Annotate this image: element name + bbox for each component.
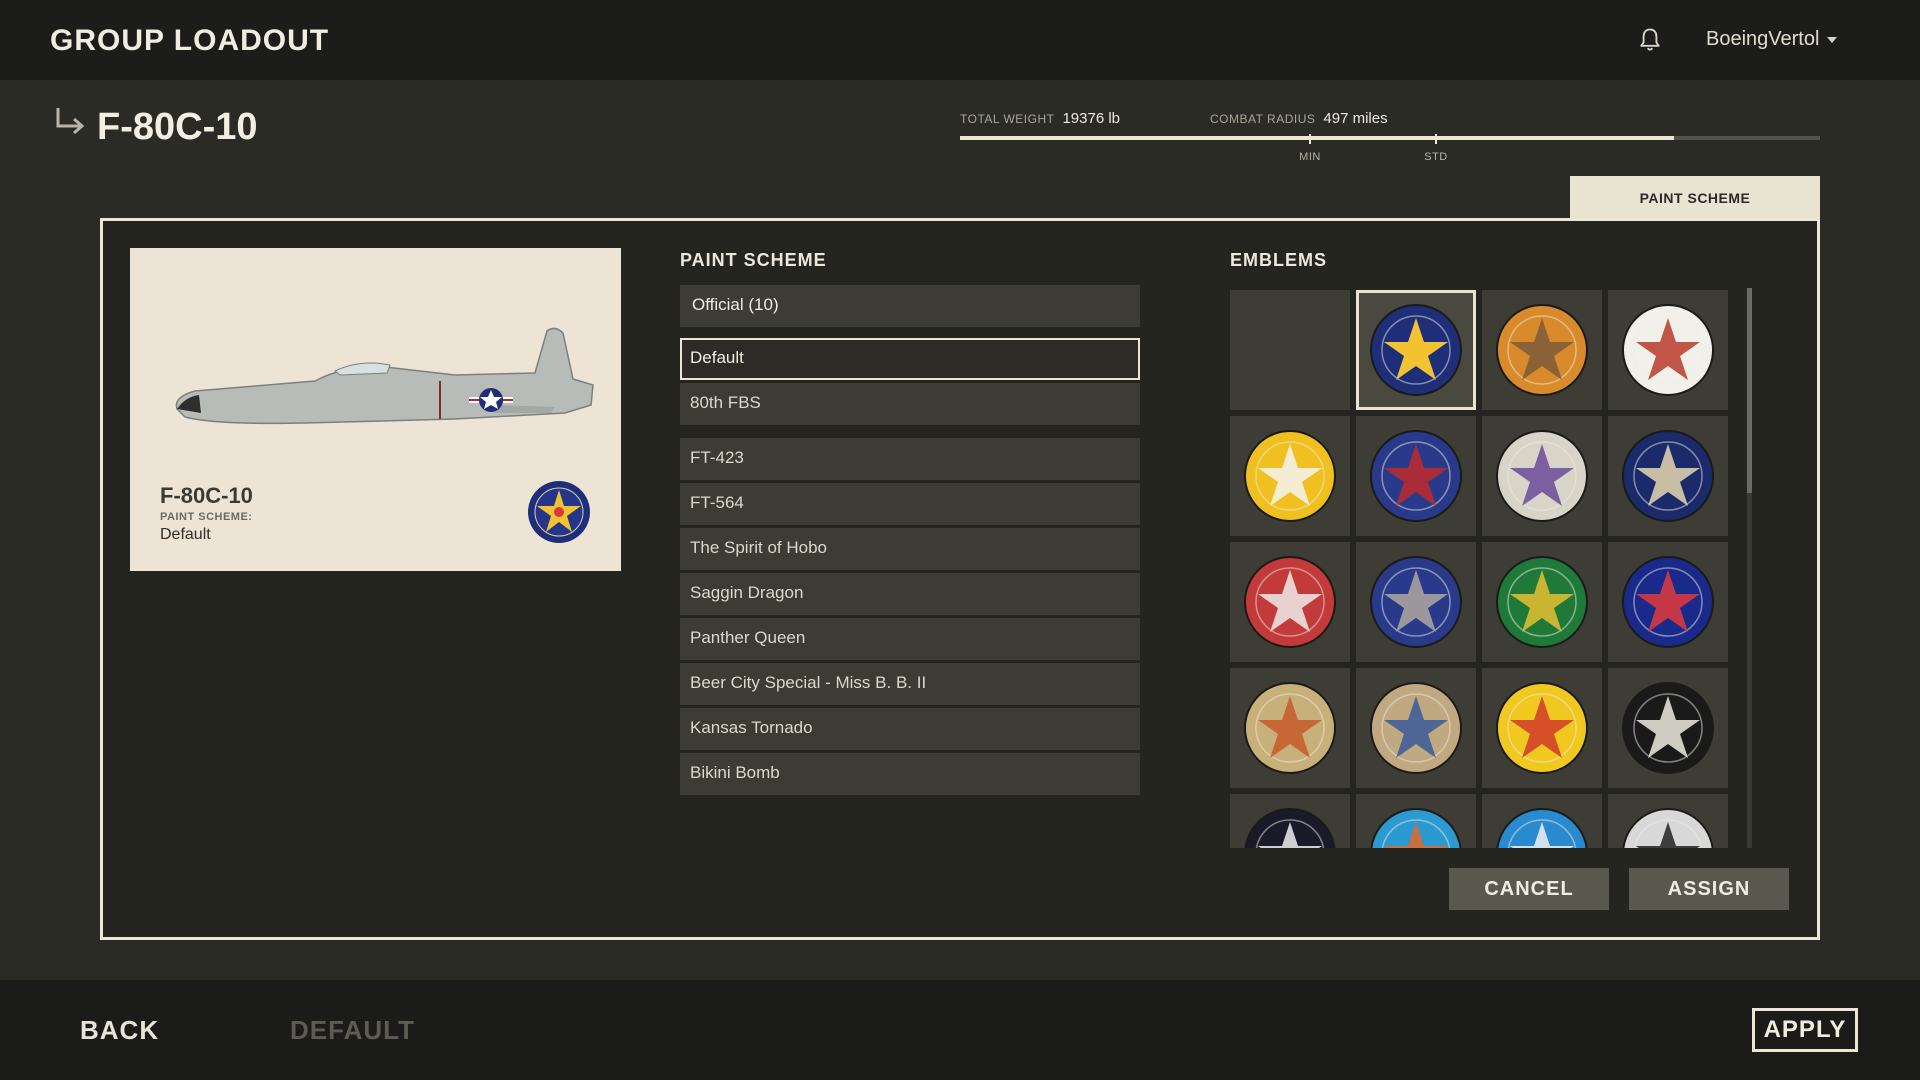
apply-button[interactable]: APPLY xyxy=(1752,1008,1858,1052)
total-weight-value: 19376 lb xyxy=(1062,110,1121,127)
emblems-title: EMBLEMS xyxy=(1230,250,1327,270)
min-tick-label: MIN xyxy=(1299,151,1321,163)
cancel-button[interactable]: CANCEL xyxy=(1449,868,1609,910)
footer-bar xyxy=(0,980,1920,1080)
paint-scheme-item[interactable]: Saggin Dragon xyxy=(680,573,1140,615)
star-roundel-emblem-icon xyxy=(528,481,590,543)
paint-scheme-item[interactable]: Panther Queen xyxy=(680,618,1140,660)
dog-bomb-emblem-icon xyxy=(1496,430,1588,522)
emblem-slot[interactable] xyxy=(1608,794,1728,848)
eagle-star-emblem-icon xyxy=(1622,430,1714,522)
user-menu[interactable]: BoeingVertol xyxy=(1706,28,1838,51)
app-title: GROUP LOADOUT xyxy=(50,24,330,57)
paint-scheme-item[interactable]: FT-423 xyxy=(680,438,1140,480)
emblem-slot[interactable] xyxy=(1356,290,1476,410)
emblem-slot[interactable] xyxy=(1356,668,1476,788)
cat-emblem-icon xyxy=(1496,304,1588,396)
emblem-slot[interactable] xyxy=(1356,542,1476,662)
emblem-scrollbar[interactable] xyxy=(1747,288,1752,848)
stars-flag-emblem-icon xyxy=(1244,808,1336,848)
paint-scheme-item[interactable]: The Spirit of Hobo xyxy=(680,528,1140,570)
emblem-slot[interactable] xyxy=(1230,794,1350,848)
donkey-emblem-icon xyxy=(1370,556,1462,648)
scheme-category-dropdown[interactable]: Official (10) xyxy=(680,285,1140,327)
preview-scheme-value: Default xyxy=(160,526,211,543)
paint-scheme-item[interactable]: Kansas Tornado xyxy=(680,708,1140,750)
notification-bell-icon[interactable] xyxy=(1636,26,1664,54)
username: BoeingVertol xyxy=(1706,28,1820,50)
indian-chief-stars-emblem-icon xyxy=(1622,304,1714,396)
emblem-slot[interactable] xyxy=(1230,542,1350,662)
aircraft-title: F-80C-10 xyxy=(97,106,258,148)
emblem-scroll-thumb[interactable] xyxy=(1747,288,1752,493)
emblem-slot[interactable] xyxy=(1608,668,1728,788)
chevron-down-icon xyxy=(1827,36,1838,43)
return-arrow-icon[interactable] xyxy=(54,106,86,136)
star-roundel-emblem-icon xyxy=(1370,304,1462,396)
emblem-slot[interactable] xyxy=(1230,668,1350,788)
emblem-slot[interactable] xyxy=(1482,416,1602,536)
emblem-slot[interactable] xyxy=(1356,416,1476,536)
paint-scheme-item[interactable]: 80th FBS xyxy=(680,383,1140,425)
dragon-emblem-icon xyxy=(1496,556,1588,648)
paint-scheme-item[interactable]: Beer City Special - Miss B. B. II xyxy=(680,663,1140,705)
combat-radius-label: COMBAT RADIUS xyxy=(1210,112,1316,126)
paint-scheme-item[interactable]: FT-564 xyxy=(680,483,1140,525)
bulldog-emblem-icon xyxy=(1244,556,1336,648)
combat-radius-bar xyxy=(960,136,1820,140)
emblem-slot[interactable] xyxy=(1482,794,1602,848)
paint-scheme-title: PAINT SCHEME xyxy=(680,250,827,270)
emblem-slot[interactable] xyxy=(1356,794,1476,848)
total-weight-label: TOTAL WEIGHT xyxy=(960,112,1055,126)
preview-scheme-label: PAINT SCHEME: xyxy=(160,511,253,523)
chief-headdress-emblem-icon xyxy=(1622,682,1714,774)
rooster-emblem-icon xyxy=(1370,808,1462,848)
std-tick-label: STD xyxy=(1424,151,1448,163)
emblem-slot[interactable] xyxy=(1482,542,1602,662)
emblem-grid xyxy=(1230,290,1750,848)
emblem-slot[interactable] xyxy=(1230,290,1350,410)
top-bar: GROUP LOADOUT BoeingVertol xyxy=(0,0,1920,80)
eagle-yellow-emblem-icon xyxy=(1244,430,1336,522)
shield-axe-emblem-icon xyxy=(1370,430,1462,522)
default-button[interactable]: DEFAULT xyxy=(290,1015,415,1046)
warrior-emblem-icon xyxy=(1244,682,1336,774)
aircraft-preview-card: F-80C-10 PAINT SCHEME: Default xyxy=(130,248,621,571)
assign-button[interactable]: ASSIGN xyxy=(1629,868,1789,910)
bunny-emblem-icon xyxy=(1496,808,1588,848)
blue-bird-emblem-icon xyxy=(1622,556,1714,648)
combat-radius-stat: COMBAT RADIUS 497 miles xyxy=(1210,110,1388,127)
back-button[interactable]: BACK xyxy=(80,1015,159,1046)
tab-paint-scheme[interactable]: PAINT SCHEME xyxy=(1570,176,1820,220)
emblem-slot[interactable] xyxy=(1608,542,1728,662)
sailor-emblem-icon xyxy=(1370,682,1462,774)
aircraft-image xyxy=(175,327,594,425)
combat-radius-value: 497 miles xyxy=(1323,110,1388,127)
emblem-slot[interactable] xyxy=(1482,668,1602,788)
preview-aircraft-name: F-80C-10 xyxy=(160,483,253,508)
red-bird-emblem-icon xyxy=(1496,682,1588,774)
emblem-slot[interactable] xyxy=(1482,290,1602,410)
paint-scheme-item[interactable]: Default xyxy=(680,338,1140,380)
paint-scheme-item[interactable]: Bikini Bomb xyxy=(680,753,1140,795)
combat-radius-bar-fill xyxy=(960,136,1674,140)
emblem-slot[interactable] xyxy=(1608,416,1728,536)
min-tick xyxy=(1309,134,1311,144)
emblem-slot[interactable] xyxy=(1230,416,1350,536)
total-weight-stat: TOTAL WEIGHT 19376 lb xyxy=(960,110,1120,127)
std-tick xyxy=(1435,134,1437,144)
black-bird-emblem-icon xyxy=(1622,808,1714,848)
emblem-slot[interactable] xyxy=(1608,290,1728,410)
